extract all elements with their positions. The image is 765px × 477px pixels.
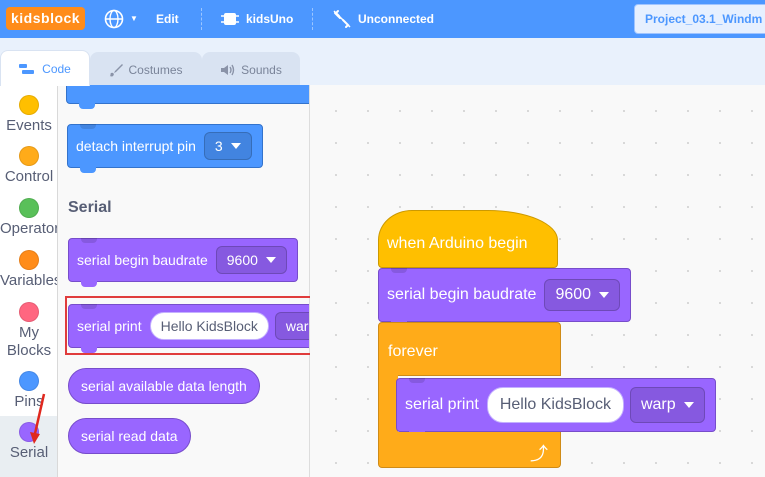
menu-divider — [312, 8, 313, 30]
menu-divider — [201, 8, 202, 30]
caret-down-icon — [599, 292, 610, 298]
kidsblock-logo[interactable]: kidsblock — [6, 7, 86, 30]
caret-down-icon — [230, 143, 241, 149]
my-blocks-color-dot — [19, 302, 39, 322]
menu-bar: kidsblock ▼ Edit kidsUno Unconnected Pro… — [0, 0, 765, 38]
serial-begin-baudrate-block[interactable]: serial begin baudrate 9600 — [68, 238, 298, 287]
forever-block[interactable]: forever — [378, 322, 561, 376]
category-events[interactable]: Events — [0, 95, 57, 135]
dropdown-value: 9600 — [555, 286, 592, 303]
category-label: Control — [4, 168, 54, 185]
connection-label: Unconnected — [358, 12, 435, 26]
kidsblock-editor: kidsblock ▼ Edit kidsUno Unconnected Pro… — [0, 0, 765, 477]
events-color-dot — [19, 95, 39, 115]
code-icon — [19, 63, 35, 74]
block-label: serial begin baudrate — [77, 252, 208, 268]
device-selector[interactable]: kidsUno — [220, 0, 293, 38]
caret-down-icon — [683, 402, 694, 408]
tab-code-label: Code — [42, 61, 71, 76]
serial-read-data-block[interactable]: serial read data — [68, 418, 191, 454]
dropdown-value: 3 — [214, 138, 223, 154]
red-pointer-arrow-icon — [30, 393, 46, 444]
control-color-dot — [19, 146, 39, 166]
block-label: serial print — [405, 396, 479, 413]
category-label: Blocks — [6, 342, 52, 359]
edit-menu-label: Edit — [156, 12, 179, 26]
block-label: serial begin baudrate — [387, 286, 537, 303]
project-title-input[interactable]: Project_03.1_Windm — [634, 4, 765, 34]
block-label: detach interrupt pin — [76, 138, 196, 154]
block-label: serial read data — [81, 428, 178, 444]
unplugged-icon — [333, 10, 351, 28]
block-label: when Arduino begin — [387, 235, 528, 252]
print-text-input[interactable]: Hello KidsBlock — [486, 387, 624, 423]
brush-icon — [110, 63, 124, 76]
category-my-blocks[interactable]: My Blocks — [0, 302, 57, 360]
tab-costumes-label: Costumes — [128, 62, 183, 77]
baudrate-dropdown[interactable]: 9600 — [544, 279, 621, 311]
edit-menu[interactable]: Edit — [156, 0, 179, 38]
connection-status-button[interactable]: Unconnected — [332, 0, 434, 38]
dropdown-value: 9600 — [226, 252, 258, 268]
category-variables[interactable]: Variables — [0, 250, 58, 290]
pin-dropdown[interactable]: 3 — [203, 132, 252, 160]
pins-block-partial[interactable] — [66, 85, 309, 109]
tab-sounds-label: Sounds — [241, 62, 282, 77]
category-label: Operators — [0, 220, 57, 237]
loop-arrow-icon: ⤴ — [530, 444, 548, 464]
dropdown-value: warp — [640, 396, 676, 413]
block-palette: detach interrupt pin 3 Serial serial beg… — [58, 85, 310, 477]
category-control[interactable]: Control — [0, 146, 57, 186]
editor-tabs: Code Costumes Sounds — [0, 38, 765, 86]
detach-interrupt-pin-block[interactable]: detach interrupt pin 3 — [67, 124, 263, 173]
forever-block-arm — [378, 370, 398, 440]
variables-color-dot — [19, 250, 39, 270]
print-mode-dropdown[interactable]: warp — [629, 387, 705, 423]
block-label: forever — [388, 343, 438, 360]
globe-icon — [104, 9, 124, 29]
category-label: Variables — [0, 272, 58, 289]
baudrate-dropdown[interactable]: 9600 — [215, 246, 287, 274]
language-menu[interactable]: ▼ — [104, 0, 138, 38]
pins-color-dot — [19, 371, 39, 391]
serial-available-data-length-block[interactable]: serial available data length — [68, 368, 260, 404]
chip-icon — [221, 13, 239, 25]
workspace-serial-begin-block[interactable]: serial begin baudrate 9600 — [378, 268, 632, 327]
chevron-down-icon: ▼ — [130, 14, 138, 23]
category-label: Serial — [9, 444, 49, 461]
operators-color-dot — [19, 198, 39, 218]
workspace-serial-print-block[interactable]: serial print Hello KidsBlock warp — [396, 378, 716, 437]
tab-costumes[interactable]: Costumes — [90, 52, 202, 86]
block-label: serial available data length — [81, 378, 247, 394]
caret-down-icon — [265, 257, 276, 263]
when-arduino-begin-block[interactable]: when Arduino begin — [378, 210, 558, 268]
tab-code[interactable]: Code — [0, 50, 90, 86]
category-label: My — [19, 324, 39, 341]
section-heading-serial: Serial — [68, 199, 112, 216]
device-label: kidsUno — [246, 12, 294, 26]
speaker-icon — [221, 64, 235, 75]
tab-sounds[interactable]: Sounds — [202, 52, 300, 86]
category-label: Events — [6, 117, 52, 134]
category-operators[interactable]: Operators — [0, 198, 57, 238]
